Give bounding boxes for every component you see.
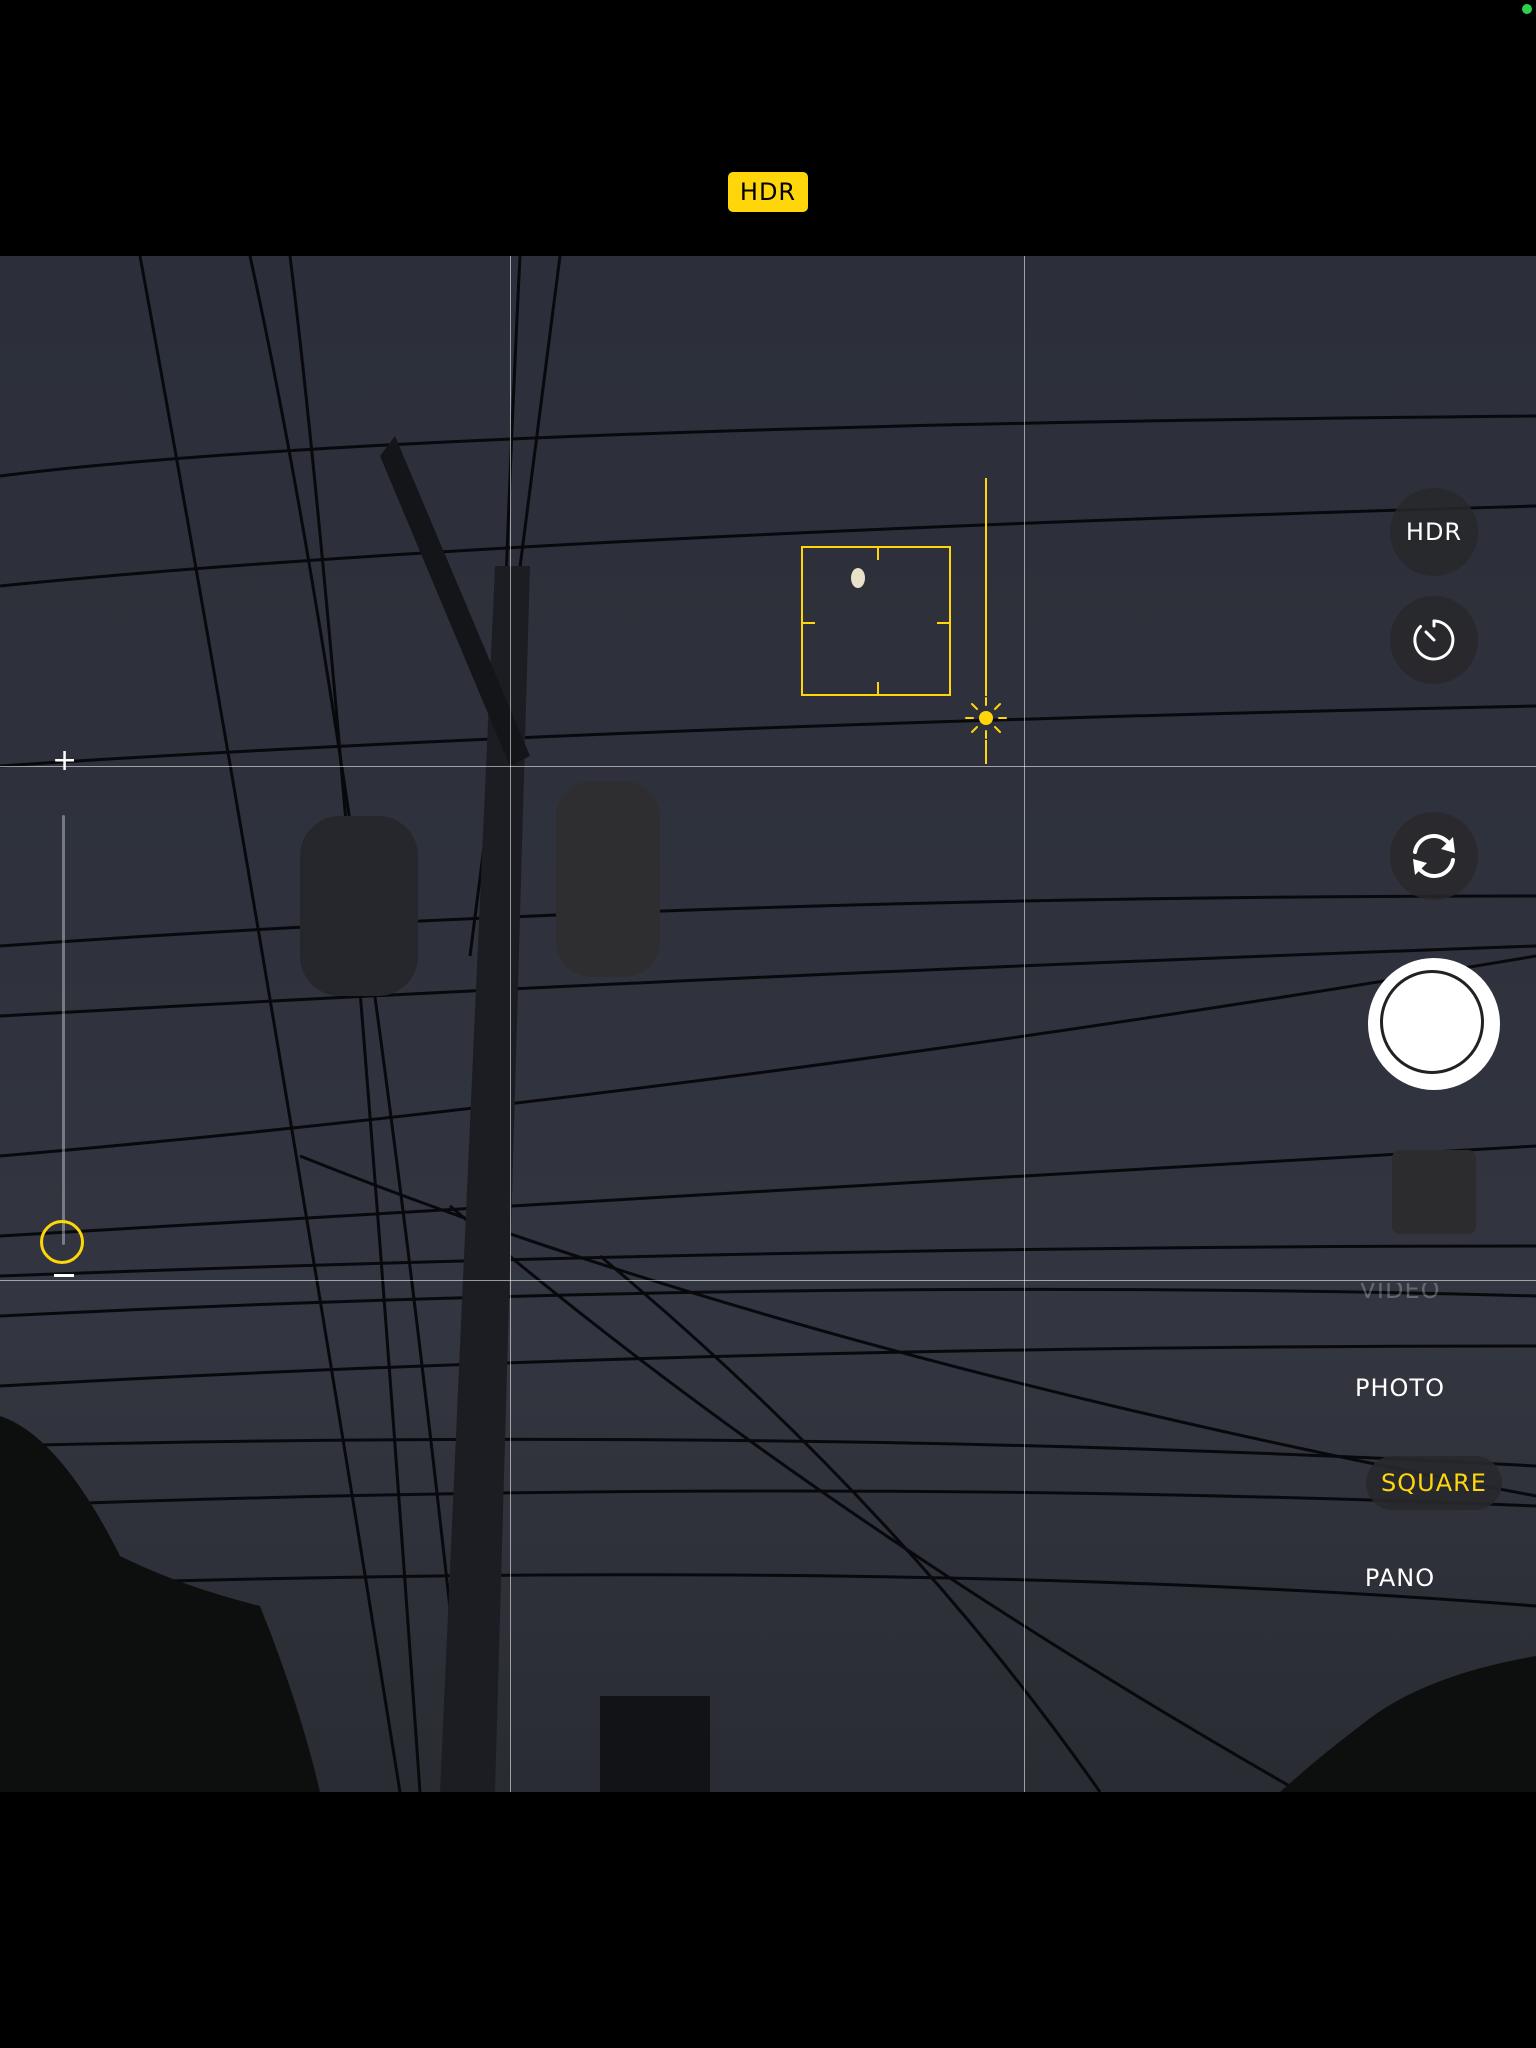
focus-tick [803,622,815,624]
zoom-out-label [54,1274,74,1277]
hdr-toggle-button[interactable]: HDR [1390,488,1478,576]
focus-tick [937,622,949,624]
grid-line [0,766,1536,767]
grid-line [510,256,511,1792]
top-bar: HDR [0,0,1536,256]
camera-viewfinder[interactable] [0,256,1536,1792]
focus-frame[interactable] [801,546,951,696]
camera-in-use-indicator [1522,4,1532,14]
focus-tick [877,682,879,694]
sun-icon[interactable] [962,694,1010,742]
timer-icon [1413,619,1455,661]
zoom-slider-handle[interactable] [40,1220,84,1264]
last-photo-thumbnail[interactable] [1392,1150,1476,1234]
camera-flip-icon [1413,834,1455,878]
grid-line [1024,256,1025,1792]
zoom-in-label: + [52,743,78,778]
mode-square[interactable]: SQUARE [1366,1456,1502,1510]
shutter-button[interactable] [1368,958,1500,1090]
mode-video[interactable]: VIDEO [1300,1283,1500,1305]
scene-preview [0,256,1536,1792]
focus-tick [877,548,879,560]
mode-pano[interactable]: PANO [1300,1564,1500,1592]
zoom-slider-track[interactable] [62,815,65,1245]
exposure-slider-track[interactable] [985,740,987,764]
hdr-toggle-label: HDR [1405,518,1463,546]
exposure-slider-track[interactable] [985,478,987,696]
hdr-badge: HDR [728,172,808,212]
grid-line [0,1280,1536,1281]
timer-button[interactable] [1390,596,1478,684]
bottom-bar [0,1792,1536,2048]
shutter-inner [1380,970,1484,1074]
mode-photo[interactable]: PHOTO [1300,1374,1500,1402]
switch-camera-button[interactable] [1390,812,1478,900]
